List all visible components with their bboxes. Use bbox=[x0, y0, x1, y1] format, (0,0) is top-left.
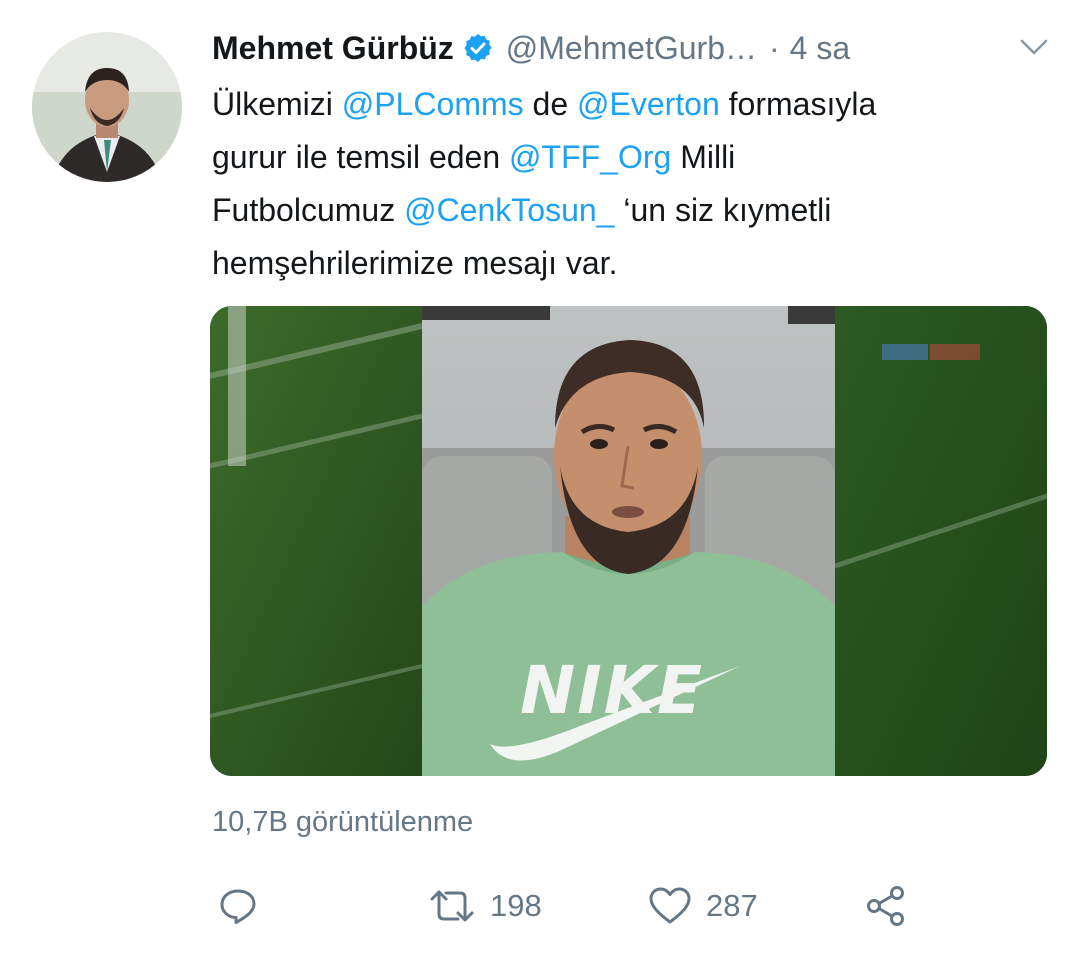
verified-badge-icon bbox=[462, 32, 494, 64]
tweet-time[interactable]: 4 sa bbox=[790, 30, 850, 67]
tweet-text-segment: Milli bbox=[671, 139, 736, 175]
tweet-text-segment: Futbolcumuz bbox=[212, 192, 405, 228]
like-count: 287 bbox=[706, 888, 758, 923]
author-handle[interactable]: @MehmetGurb… bbox=[506, 30, 757, 67]
avatar-image bbox=[32, 32, 182, 182]
share-icon bbox=[867, 886, 904, 926]
author-name[interactable]: Mehmet Gürbüz bbox=[212, 30, 454, 67]
view-count: 10,7B görüntülenme bbox=[212, 806, 474, 838]
retweet-count: 198 bbox=[490, 888, 542, 923]
mention-link[interactable]: @CenkTosun_ bbox=[404, 192, 614, 228]
author-avatar[interactable] bbox=[32, 32, 182, 182]
tweet-text-segment: de bbox=[523, 86, 577, 122]
mention-link[interactable]: @PLComms bbox=[342, 86, 524, 122]
tweet-text-line: gurur ile temsil eden @TFF_Org Milli bbox=[212, 131, 1052, 184]
heart-icon bbox=[649, 887, 691, 924]
tweet-header: Mehmet Gürbüz @MehmetGurb… · 4 sa bbox=[212, 22, 1052, 74]
retweet-icon bbox=[430, 890, 474, 922]
tweet-text-line: Futbolcumuz @CenkTosun_ ‘un siz kıymetli bbox=[212, 184, 1052, 237]
header-separator: · bbox=[769, 29, 780, 66]
tweet-text-segment: formasıyla bbox=[719, 86, 877, 122]
mention-link[interactable]: @TFF_Org bbox=[509, 139, 671, 175]
tweet-actions: 198 287 bbox=[212, 876, 1052, 936]
tweet-text-segment: Ülkemizi bbox=[212, 86, 342, 122]
mention-link[interactable]: @Everton bbox=[577, 86, 720, 122]
tweet-text-segment: ‘un siz kıymetli bbox=[614, 192, 832, 228]
tweet-text-line: Ülkemizi @PLComms de @Everton formasıyla bbox=[212, 78, 1052, 131]
tweet-text-segment: gurur ile temsil eden bbox=[212, 139, 510, 175]
tweet-text-line: hemşehrilerimize mesajı var. bbox=[212, 237, 1052, 290]
retweet-button[interactable]: 198 bbox=[428, 876, 542, 936]
tweet-text: Ülkemizi @PLComms de @Everton formasıyla… bbox=[212, 78, 1052, 290]
reply-button[interactable] bbox=[218, 876, 258, 936]
tweet-video[interactable]: NIKE bbox=[210, 306, 1047, 776]
share-button[interactable] bbox=[864, 876, 908, 936]
like-button[interactable]: 287 bbox=[648, 876, 758, 936]
tweet-text-segment: hemşehrilerimize mesajı var. bbox=[212, 245, 618, 281]
reply-icon bbox=[220, 889, 256, 924]
shirt-logo-text: NIKE bbox=[520, 652, 705, 729]
chevron-down-icon[interactable] bbox=[1016, 32, 1052, 62]
